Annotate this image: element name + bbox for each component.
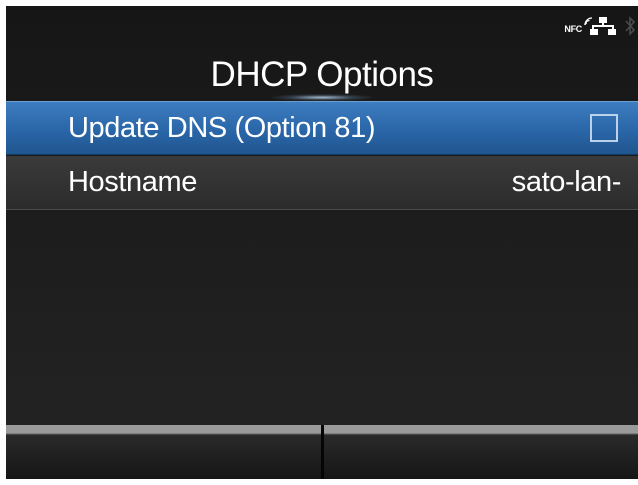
- softkey-right[interactable]: [323, 425, 638, 479]
- menu-item-label: Update DNS (Option 81): [68, 111, 376, 144]
- softkey-bar: [6, 425, 638, 479]
- menu-item-hostname[interactable]: Hostname sato-lan-: [6, 156, 638, 210]
- menu-item-update-dns[interactable]: Update DNS (Option 81): [6, 101, 638, 155]
- bluetooth-icon: [625, 16, 636, 36]
- network-icon: [590, 17, 616, 35]
- update-dns-checkbox[interactable]: [590, 114, 618, 142]
- nfc-waves-icon: [584, 17, 593, 26]
- status-bar: NFC: [564, 6, 638, 46]
- page-title: DHCP Options: [210, 55, 434, 94]
- nfc-icon: NFC: [564, 17, 593, 34]
- printer-display: NFC DHCP Options Update DNS (Option 81) …: [6, 6, 638, 479]
- menu-item-label: Hostname: [68, 166, 197, 198]
- hostname-value: sato-lan-: [511, 166, 622, 198]
- title-underline-glow: [272, 94, 372, 101]
- nfc-label: NFC: [564, 24, 582, 34]
- softkey-left[interactable]: [6, 425, 321, 479]
